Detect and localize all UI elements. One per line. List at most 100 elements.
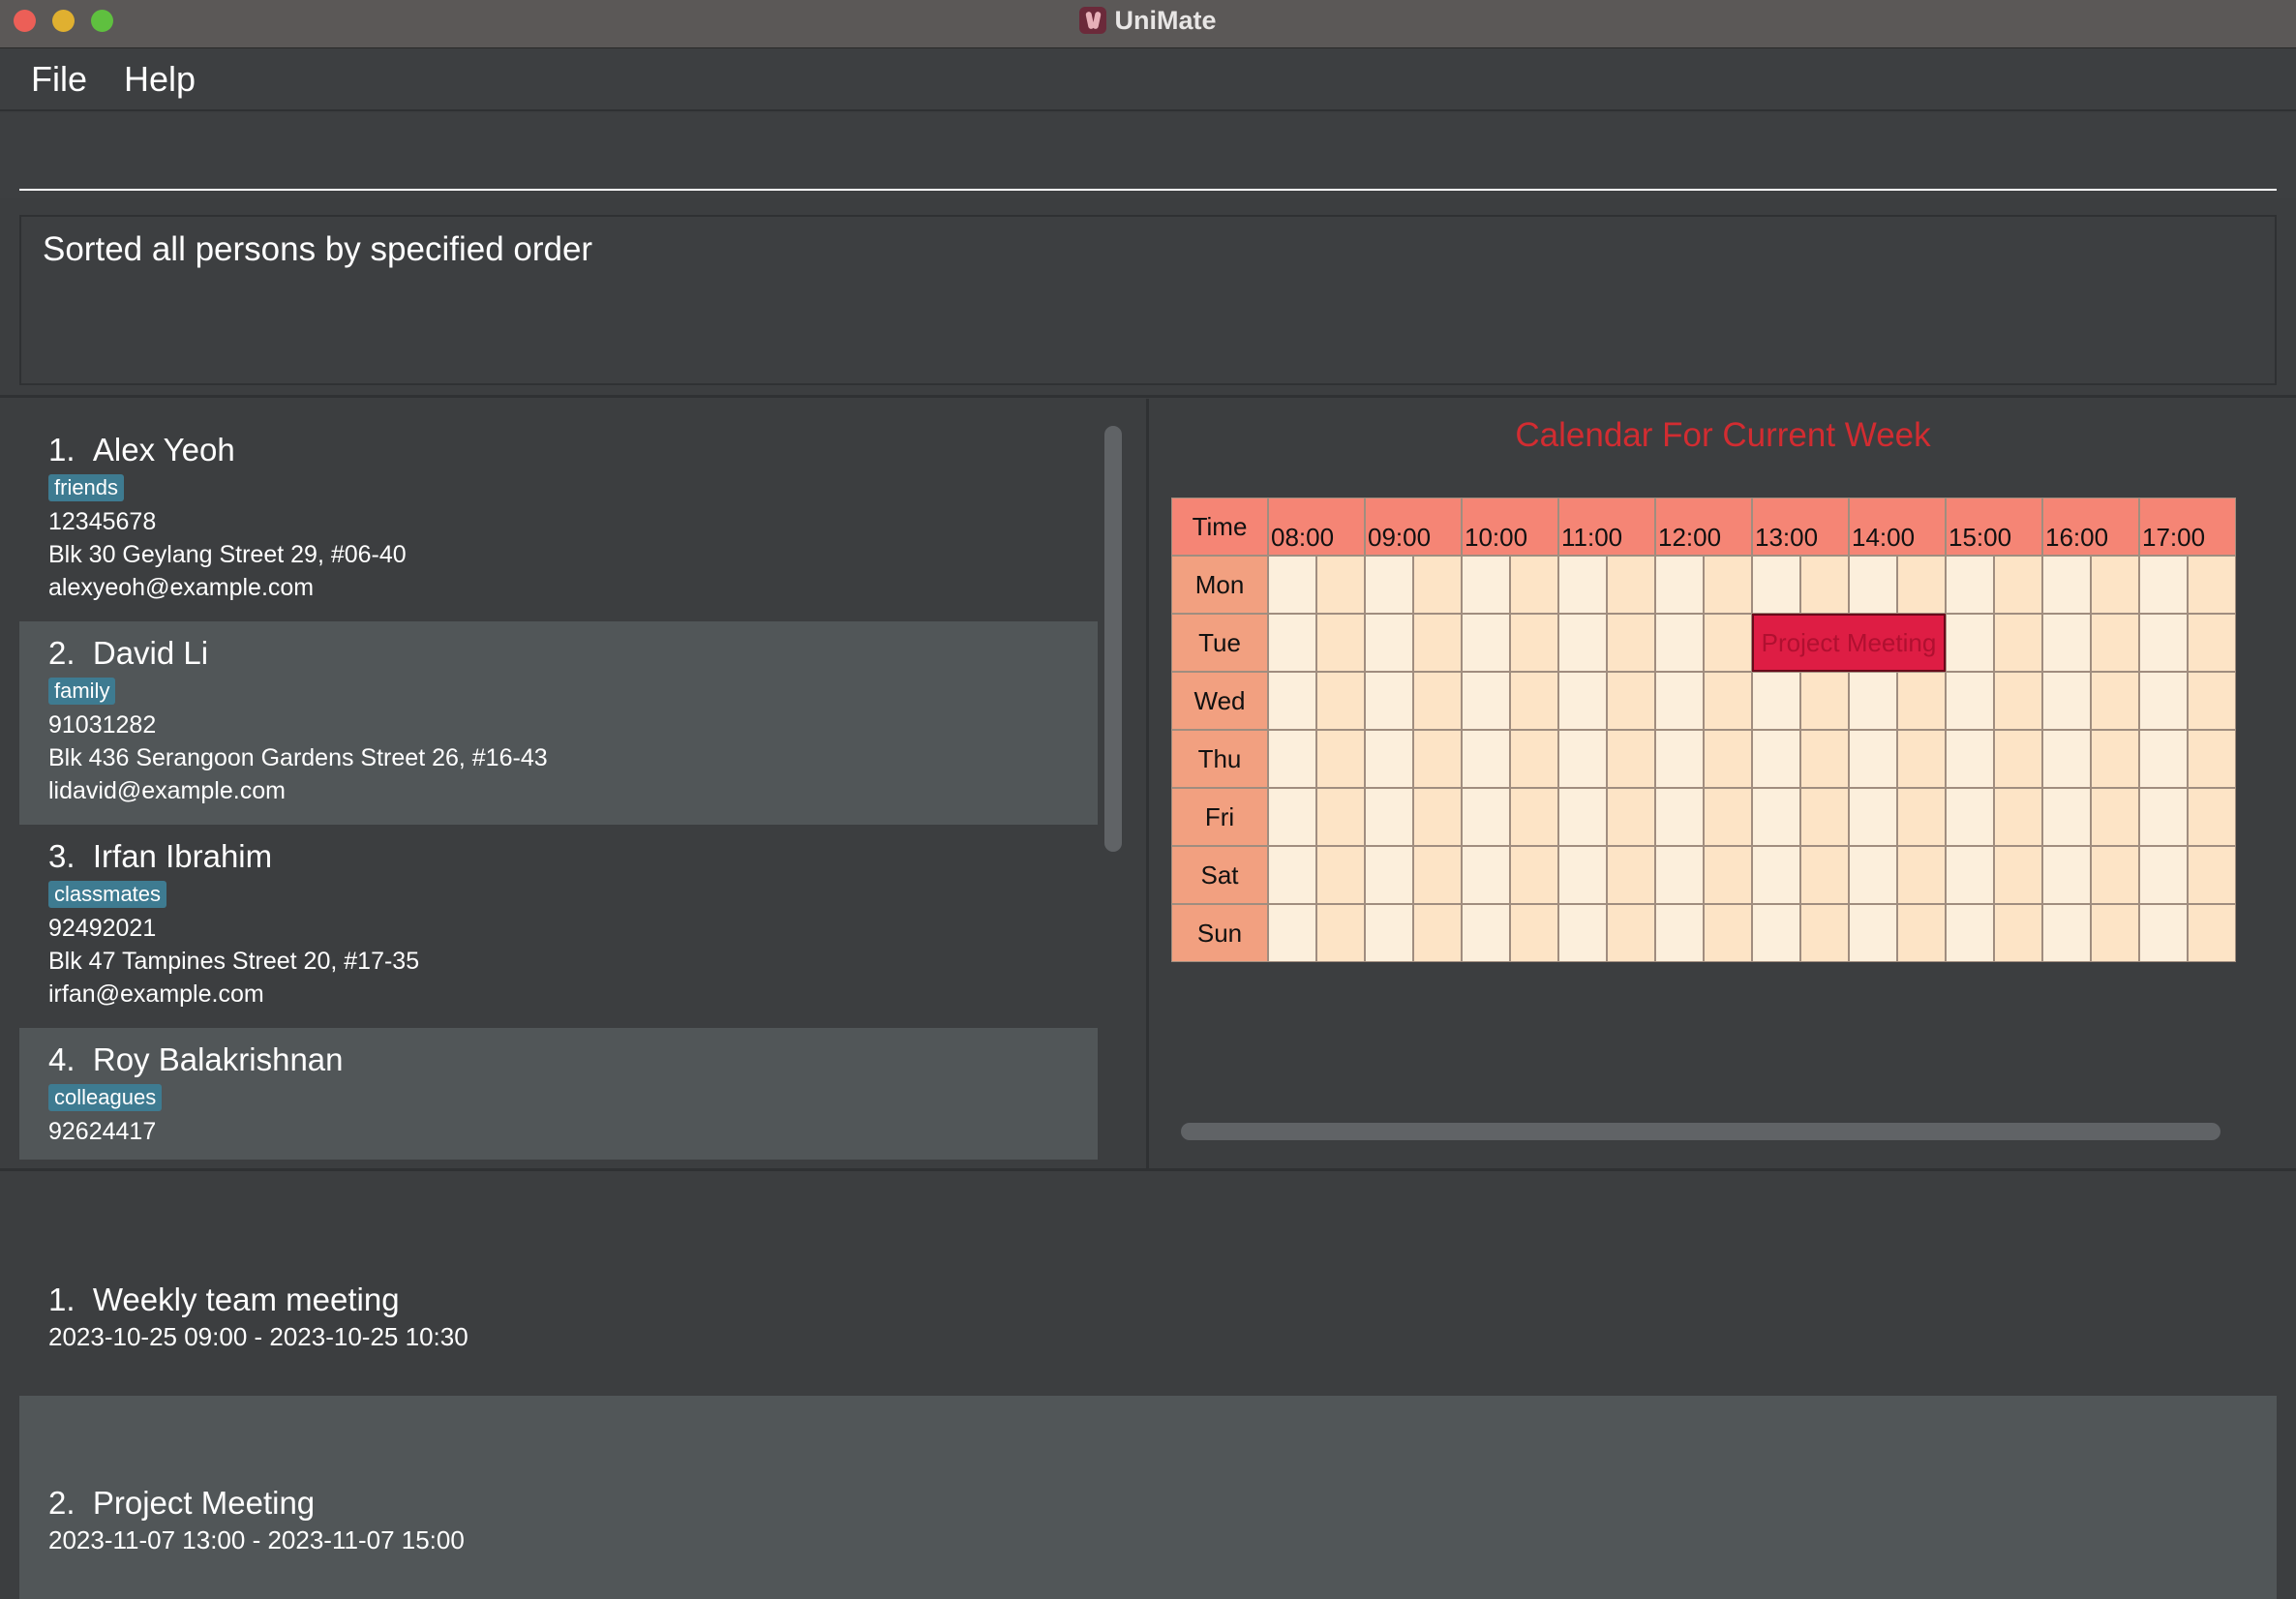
calendar-slot[interactable] <box>1704 904 1752 962</box>
calendar-slot[interactable] <box>1897 788 1946 846</box>
calendar-slot[interactable] <box>1704 614 1752 672</box>
calendar-slot[interactable] <box>1800 556 1849 614</box>
calendar-slot[interactable] <box>2139 846 2188 904</box>
calendar-slot[interactable] <box>1316 730 1365 788</box>
calendar-slot[interactable] <box>1558 556 1607 614</box>
calendar-slot[interactable] <box>1704 730 1752 788</box>
calendar-slot[interactable] <box>1558 846 1607 904</box>
calendar-slot[interactable] <box>1316 672 1365 730</box>
calendar-slot[interactable] <box>1655 904 1704 962</box>
calendar-slot[interactable] <box>1510 730 1558 788</box>
calendar-slot[interactable] <box>1316 788 1365 846</box>
calendar-slot[interactable] <box>1365 788 1413 846</box>
calendar-slot[interactable] <box>1946 846 1994 904</box>
calendar-slot[interactable] <box>1752 904 1800 962</box>
calendar-slot[interactable] <box>2139 788 2188 846</box>
calendar-slot[interactable] <box>1462 556 1510 614</box>
calendar-slot[interactable] <box>2042 730 2091 788</box>
calendar-slot[interactable] <box>2091 904 2139 962</box>
calendar-slot[interactable] <box>1655 614 1704 672</box>
command-input[interactable] <box>19 113 2277 191</box>
calendar-slot[interactable] <box>1413 556 1462 614</box>
calendar-slot[interactable] <box>1752 730 1800 788</box>
calendar-slot[interactable] <box>2091 846 2139 904</box>
calendar-slot[interactable] <box>1994 556 2042 614</box>
calendar-slot[interactable] <box>1946 730 1994 788</box>
calendar-slot[interactable] <box>2042 788 2091 846</box>
calendar-slot[interactable] <box>1558 730 1607 788</box>
menu-file[interactable]: File <box>31 59 87 100</box>
calendar-slot[interactable] <box>1800 672 1849 730</box>
calendar-slot[interactable] <box>1268 556 1316 614</box>
calendar-slot[interactable] <box>1316 904 1365 962</box>
calendar-event-block[interactable]: Project Meeting <box>1752 614 1946 672</box>
calendar-slot[interactable] <box>1994 730 2042 788</box>
calendar-slot[interactable] <box>2042 556 2091 614</box>
calendar-slot[interactable] <box>2188 846 2236 904</box>
calendar-slot[interactable] <box>2091 672 2139 730</box>
calendar-slot[interactable] <box>1268 788 1316 846</box>
person-list-scrollbar[interactable] <box>1104 426 1122 852</box>
calendar-slot[interactable] <box>2091 556 2139 614</box>
calendar-slot[interactable] <box>1994 904 2042 962</box>
calendar-slot[interactable] <box>1558 788 1607 846</box>
calendar-slot[interactable] <box>2091 788 2139 846</box>
calendar-slot[interactable] <box>1607 730 1655 788</box>
calendar-slot[interactable] <box>1946 556 1994 614</box>
calendar-slot[interactable] <box>1849 672 1897 730</box>
calendar-slot[interactable] <box>1365 730 1413 788</box>
calendar-slot[interactable] <box>1413 614 1462 672</box>
calendar-slot[interactable] <box>1607 846 1655 904</box>
calendar-slot[interactable] <box>1849 788 1897 846</box>
calendar-slot[interactable] <box>1752 672 1800 730</box>
calendar-slot[interactable] <box>2188 730 2236 788</box>
calendar-slot[interactable] <box>1704 788 1752 846</box>
calendar-slot[interactable] <box>1510 788 1558 846</box>
calendar-slot[interactable] <box>1268 904 1316 962</box>
calendar-slot[interactable] <box>2091 614 2139 672</box>
calendar-slot[interactable] <box>1704 846 1752 904</box>
calendar-slot[interactable] <box>2139 672 2188 730</box>
calendar-slot[interactable] <box>1316 614 1365 672</box>
calendar-slot[interactable] <box>1413 788 1462 846</box>
calendar-slot[interactable] <box>1462 904 1510 962</box>
calendar-slot[interactable] <box>1607 614 1655 672</box>
person-card[interactable]: 2. David Li family 91031282 Blk 436 Sera… <box>19 621 1098 825</box>
calendar-slot[interactable] <box>1800 730 1849 788</box>
calendar-slot[interactable] <box>2139 730 2188 788</box>
calendar-slot[interactable] <box>1510 556 1558 614</box>
calendar-slot[interactable] <box>1462 788 1510 846</box>
calendar-slot[interactable] <box>2188 788 2236 846</box>
person-list[interactable]: 1. Alex Yeoh friends 12345678 Blk 30 Gey… <box>19 418 1098 1160</box>
calendar-slot[interactable] <box>1946 788 1994 846</box>
calendar-slot[interactable] <box>2188 614 2236 672</box>
calendar-slot[interactable] <box>1655 788 1704 846</box>
calendar-slot[interactable] <box>1946 672 1994 730</box>
calendar-slot[interactable] <box>1413 730 1462 788</box>
calendar-slot[interactable] <box>2139 904 2188 962</box>
calendar-slot[interactable] <box>1655 672 1704 730</box>
calendar-slot[interactable] <box>1655 730 1704 788</box>
calendar-slot[interactable] <box>1849 904 1897 962</box>
calendar-slot[interactable] <box>1607 556 1655 614</box>
calendar-slot[interactable] <box>1413 846 1462 904</box>
calendar-slot[interactable] <box>1946 614 1994 672</box>
calendar-slot[interactable] <box>1510 614 1558 672</box>
calendar-slot[interactable] <box>1994 846 2042 904</box>
calendar-slot[interactable] <box>1558 614 1607 672</box>
calendar-slot[interactable] <box>1704 556 1752 614</box>
calendar-slot[interactable] <box>1994 614 2042 672</box>
calendar-slot[interactable] <box>1510 904 1558 962</box>
calendar-slot[interactable] <box>1800 788 1849 846</box>
calendar-slot[interactable] <box>1365 904 1413 962</box>
calendar-slot[interactable] <box>1752 556 1800 614</box>
calendar-slot[interactable] <box>1752 846 1800 904</box>
calendar-slot[interactable] <box>1704 672 1752 730</box>
menu-help[interactable]: Help <box>124 59 196 100</box>
calendar-slot[interactable] <box>2188 556 2236 614</box>
calendar-slot[interactable] <box>1897 904 1946 962</box>
calendar-slot[interactable] <box>1897 672 1946 730</box>
calendar-slot[interactable] <box>1462 846 1510 904</box>
calendar-slot[interactable] <box>1800 846 1849 904</box>
person-card[interactable]: 4. Roy Balakrishnan colleagues 92624417 <box>19 1028 1098 1160</box>
